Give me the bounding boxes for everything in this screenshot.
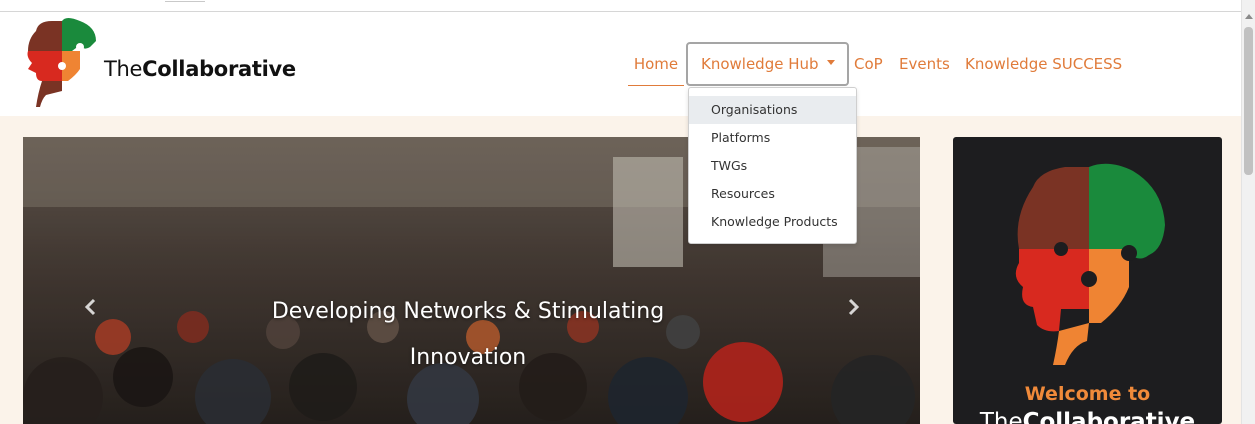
chevron-right-icon[interactable]: [843, 297, 863, 317]
nav-knowledge-success[interactable]: Knowledge SUCCESS: [965, 42, 1122, 86]
nav-cop[interactable]: CoP: [854, 42, 883, 86]
dropdown-item-resources[interactable]: Resources: [689, 180, 856, 208]
nav-knowledge-hub[interactable]: Knowledge Hub: [686, 42, 849, 86]
puzzle-head-icon: [1015, 163, 1165, 365]
dropdown-item-organisations[interactable]: Organisations: [689, 96, 856, 124]
welcome-heading: Welcome to: [1024, 383, 1151, 405]
dropdown-item-twgs[interactable]: TWGs: [689, 152, 856, 180]
logo-link[interactable]: TheCollaborative: [22, 17, 296, 113]
nav-home[interactable]: Home: [628, 42, 684, 86]
dropdown-item-knowledge-products[interactable]: Knowledge Products: [689, 208, 856, 236]
dropdown-item-platforms[interactable]: Platforms: [689, 124, 856, 152]
browser-top-strip: [0, 0, 1241, 12]
page-scrollbar[interactable]: [1241, 0, 1255, 424]
chevron-left-icon[interactable]: [81, 297, 101, 317]
welcome-card: Welcome to TheCollaborative: [953, 137, 1222, 424]
welcome-wordmark: TheCollaborative: [979, 409, 1196, 424]
nav-knowledge-hub-label: Knowledge Hub: [701, 55, 819, 73]
logo-wordmark: TheCollaborative: [104, 57, 296, 81]
knowledge-hub-dropdown: Organisations Platforms TWGs Resources K…: [688, 87, 857, 244]
strip-mark: [165, 1, 205, 7]
site-header: TheCollaborative Home Knowledge Hub CoP …: [0, 12, 1241, 116]
scroll-up-icon[interactable]: [1245, 14, 1253, 19]
nav-events[interactable]: Events: [899, 42, 950, 86]
caret-down-icon: [826, 60, 835, 65]
carousel-caption: Developing Networks & Stimulating Innova…: [271, 299, 665, 370]
scroll-thumb[interactable]: [1244, 27, 1253, 175]
puzzle-head-icon: [27, 18, 96, 107]
